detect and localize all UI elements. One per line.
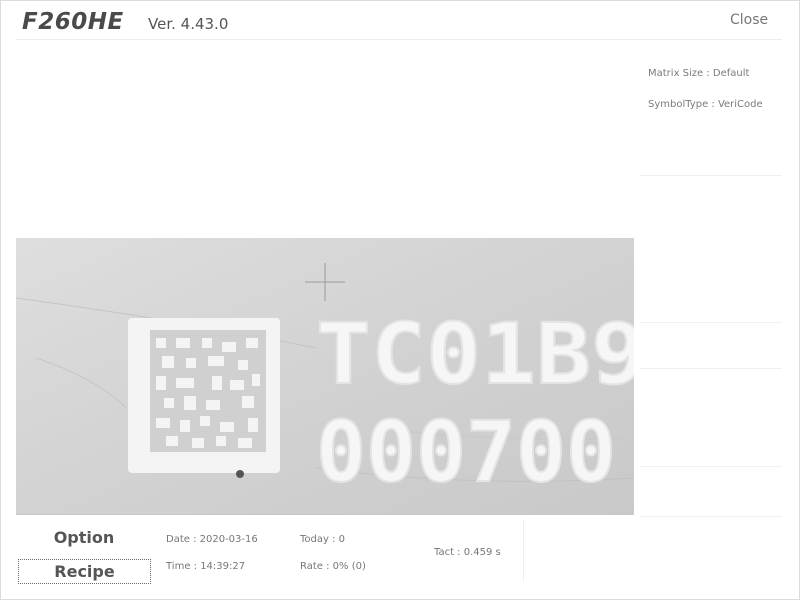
close-button[interactable]: Close xyxy=(730,12,768,28)
footer-divider xyxy=(16,514,634,515)
recipe-button[interactable]: Recipe xyxy=(18,559,151,584)
panel-divider xyxy=(640,466,782,467)
symbol-type-label: SymbolType : VeriCode xyxy=(648,99,763,110)
tact-time-label: Tact : 0.459 s xyxy=(434,547,501,558)
today-count-label: Today : 0 xyxy=(300,534,346,545)
camera-view: TC01B9 000700 xyxy=(16,238,634,514)
panel-divider xyxy=(640,175,782,176)
panel-divider xyxy=(640,516,782,517)
time-label: Time : 14:39:27 xyxy=(166,561,246,572)
rate-label: Rate : 0% (0) xyxy=(300,561,366,572)
footer-separator xyxy=(523,520,524,582)
app-title: F260HE xyxy=(22,9,124,35)
date-label: Date : 2020-03-16 xyxy=(166,534,258,545)
option-button[interactable]: Option xyxy=(18,526,150,550)
datamatrix-code xyxy=(128,318,280,478)
header-divider xyxy=(16,39,782,40)
marked-text: TC01B9 000700 xyxy=(315,304,634,502)
app-version: Ver. 4.43.0 xyxy=(148,15,229,33)
panel-divider xyxy=(640,322,782,323)
marked-text-line-1: TC01B9 xyxy=(316,305,634,403)
camera-image: TC01B9 000700 xyxy=(16,238,634,514)
panel-divider xyxy=(640,368,782,369)
matrix-size-label: Matrix Size : Default xyxy=(648,68,750,79)
marked-text-line-2: 000700 xyxy=(316,403,616,501)
